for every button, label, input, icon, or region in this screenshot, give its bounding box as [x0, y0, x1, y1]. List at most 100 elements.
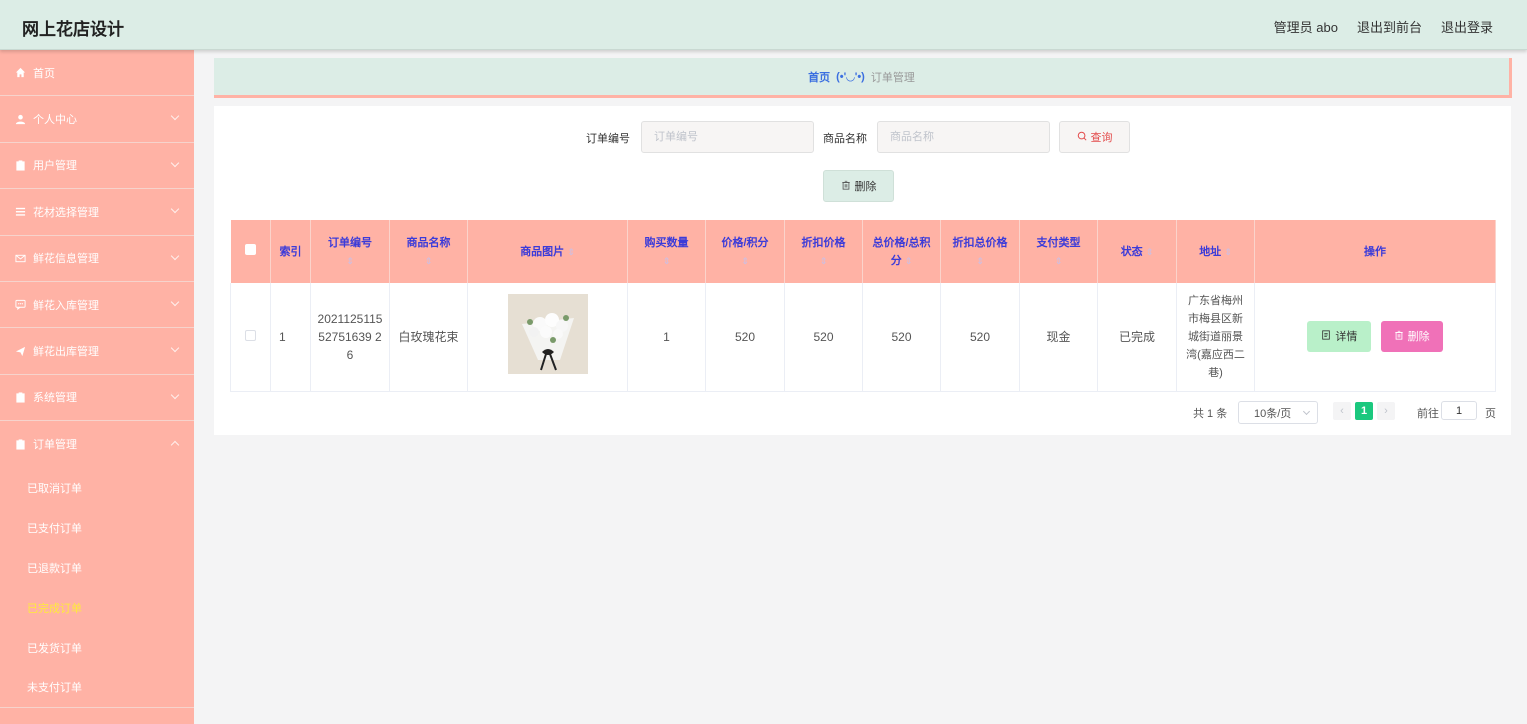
- page-suffix-label: 页: [1485, 408, 1496, 420]
- detail-button[interactable]: 详情: [1307, 321, 1372, 353]
- chevron-down-icon: [1302, 407, 1311, 416]
- chevron-down-icon: [170, 112, 180, 121]
- goto-page-input[interactable]: [1441, 401, 1477, 420]
- top-bar: 网上花店设计 管理员 abo 退出到前台 退出登录: [0, 0, 1527, 50]
- col-price[interactable]: 价格/积分 ⇕: [705, 220, 785, 283]
- sidebar-item-material[interactable]: 花材选择管理: [0, 189, 194, 236]
- admin-name: 管理员 abo: [1273, 20, 1338, 35]
- col-order-no[interactable]: 订单编号 ⇕: [310, 220, 390, 283]
- cell-product-image: [467, 283, 628, 392]
- product-name-label: 商品名称: [823, 133, 867, 145]
- submenu-completed-orders[interactable]: 已完成订单: [0, 588, 194, 628]
- col-index: 索引: [270, 220, 311, 283]
- col-product-name[interactable]: 商品名称 ⇕: [389, 220, 468, 283]
- select-all-checkbox[interactable]: [244, 243, 256, 255]
- submenu-refunded-orders[interactable]: 已退款订单: [0, 548, 194, 588]
- cell-discount-price: 520: [784, 283, 863, 392]
- page-size-select[interactable]: 10条/页: [1238, 401, 1318, 424]
- batch-delete-button[interactable]: 删除: [823, 170, 894, 202]
- col-address[interactable]: 地址 ⇕: [1176, 220, 1255, 283]
- sidebar-item-label: 个人中心: [33, 114, 77, 127]
- exit-to-front-link[interactable]: 退出到前台: [1357, 17, 1422, 36]
- col-total[interactable]: 总价格/总积分 ⇕: [862, 220, 941, 283]
- sidebar-item-label: 鲜花出库管理: [33, 346, 99, 359]
- sidebar-item-stock-in[interactable]: 鲜花入库管理: [0, 282, 194, 329]
- chevron-down-icon: [170, 204, 180, 214]
- page-size-value: 10条/页: [1254, 407, 1292, 420]
- breadcrumb-current: 订单管理: [870, 71, 915, 84]
- sidebar-item-system[interactable]: 系统管理: [0, 375, 194, 422]
- next-page-button[interactable]: ›: [1377, 402, 1395, 420]
- sidebar-item-label: 系统管理: [33, 392, 77, 405]
- goto-label: 前往: [1417, 408, 1439, 420]
- sidebar-item-label: 花材选择管理: [33, 206, 99, 219]
- trash-icon: [1394, 328, 1404, 346]
- sidebar-item-profile[interactable]: 个人中心: [0, 96, 194, 143]
- trash-icon: [841, 180, 851, 193]
- clipboard-icon: [14, 438, 26, 450]
- query-button-label: 查询: [1090, 132, 1113, 144]
- sort-icon: ⇕: [1054, 255, 1063, 266]
- row-delete-label: 删除: [1407, 330, 1430, 343]
- row-select-cell[interactable]: [230, 283, 271, 392]
- order-submenu: 已取消订单 已支付订单 已退款订单 已完成订单 已发货订单 未支付订单: [0, 468, 194, 708]
- detail-button-label: 详情: [1335, 330, 1358, 343]
- query-button[interactable]: 查询: [1059, 121, 1130, 153]
- sort-icon: ⇕: [976, 255, 984, 266]
- header-actions: 管理员 abo 退出到前台 退出登录: [1274, 17, 1493, 36]
- home-icon: [14, 67, 26, 79]
- cell-status: 已完成: [1097, 283, 1177, 392]
- sidebar-item-orders[interactable]: 订单管理: [0, 421, 194, 467]
- breadcrumb-home[interactable]: 首页: [808, 69, 830, 85]
- chevron-up-icon: [170, 440, 180, 450]
- col-status[interactable]: 状态 ⇕: [1097, 220, 1177, 283]
- col-pay-type[interactable]: 支付类型 ⇕: [1019, 220, 1098, 283]
- batch-delete-label: 删除: [854, 181, 877, 193]
- sidebar-item-label: 用户管理: [33, 160, 77, 173]
- cell-discount-total: 520: [940, 283, 1020, 392]
- logout-link[interactable]: 退出登录: [1441, 17, 1493, 36]
- search-row: 订单编号 商品名称 查询: [214, 121, 1511, 153]
- sidebar-item-users[interactable]: 用户管理: [0, 143, 194, 190]
- sidebar-item-label: 订单管理: [33, 439, 77, 452]
- table-header-row: 索引 订单编号 ⇕ 商品名称 ⇕ 商品图片 ⇕ 购买数量 ⇕ 价格/积分 ⇕ 折扣价格 ⇕…: [230, 220, 1496, 283]
- sidebar: 首页 个人中心 用户管理 花材选择管理 鲜花信息管理 鲜花入库管理 鲜花出库管理…: [0, 50, 194, 724]
- cell-order-no: 202112511552751639 26: [310, 283, 390, 392]
- sort-icon: ⇕: [741, 255, 749, 266]
- page-number-1[interactable]: 1: [1355, 402, 1373, 420]
- col-actions: 操作: [1254, 220, 1496, 283]
- submenu-unpaid-orders[interactable]: 未支付订单: [0, 668, 194, 708]
- cell-product-name: 白玫瑰花束: [389, 283, 468, 392]
- submenu-cancelled-orders[interactable]: 已取消订单: [0, 468, 194, 508]
- sort-icon: ⇕: [1224, 246, 1232, 257]
- cell-address: 广东省梅州市梅县区新城街道丽景湾(嘉应西二巷): [1176, 283, 1255, 392]
- sort-icon: ⇕: [424, 255, 433, 266]
- sort-icon: ⇕: [662, 255, 671, 266]
- row-checkbox[interactable]: [245, 329, 256, 341]
- sidebar-item-label: 鲜花信息管理: [33, 253, 99, 266]
- sort-icon: ⇕: [819, 255, 828, 266]
- sort-icon: ⇕: [904, 255, 913, 266]
- col-quantity[interactable]: 购买数量 ⇕: [627, 220, 706, 283]
- order-no-input[interactable]: [641, 121, 814, 153]
- sidebar-item-home[interactable]: 首页: [0, 50, 194, 97]
- sidebar-item-flower-info[interactable]: 鲜花信息管理: [0, 236, 194, 282]
- submenu-shipped-orders[interactable]: 已发货订单: [0, 628, 194, 668]
- prev-page-button[interactable]: ‹: [1333, 402, 1351, 420]
- cell-total: 520: [862, 283, 941, 392]
- chevron-down-icon: [170, 390, 180, 399]
- clipboard-icon: [14, 391, 26, 403]
- submenu-paid-orders[interactable]: 已支付订单: [0, 508, 194, 548]
- product-name-input[interactable]: [877, 121, 1050, 153]
- order-no-label: 订单编号: [586, 133, 630, 145]
- col-discount-price[interactable]: 折扣价格 ⇕: [784, 220, 863, 283]
- col-discount-total[interactable]: 折扣总价格 ⇕: [940, 220, 1020, 283]
- sidebar-item-stock-out[interactable]: 鲜花出库管理: [0, 328, 194, 375]
- col-product-image[interactable]: 商品图片 ⇕: [467, 220, 628, 283]
- list-icon: [14, 206, 26, 218]
- select-all-cell[interactable]: [230, 220, 271, 283]
- clipboard-icon: [14, 159, 26, 171]
- row-delete-button[interactable]: 删除: [1380, 321, 1443, 353]
- sidebar-item-label: 首页: [33, 67, 55, 80]
- sort-icon: ⇕: [1145, 246, 1154, 257]
